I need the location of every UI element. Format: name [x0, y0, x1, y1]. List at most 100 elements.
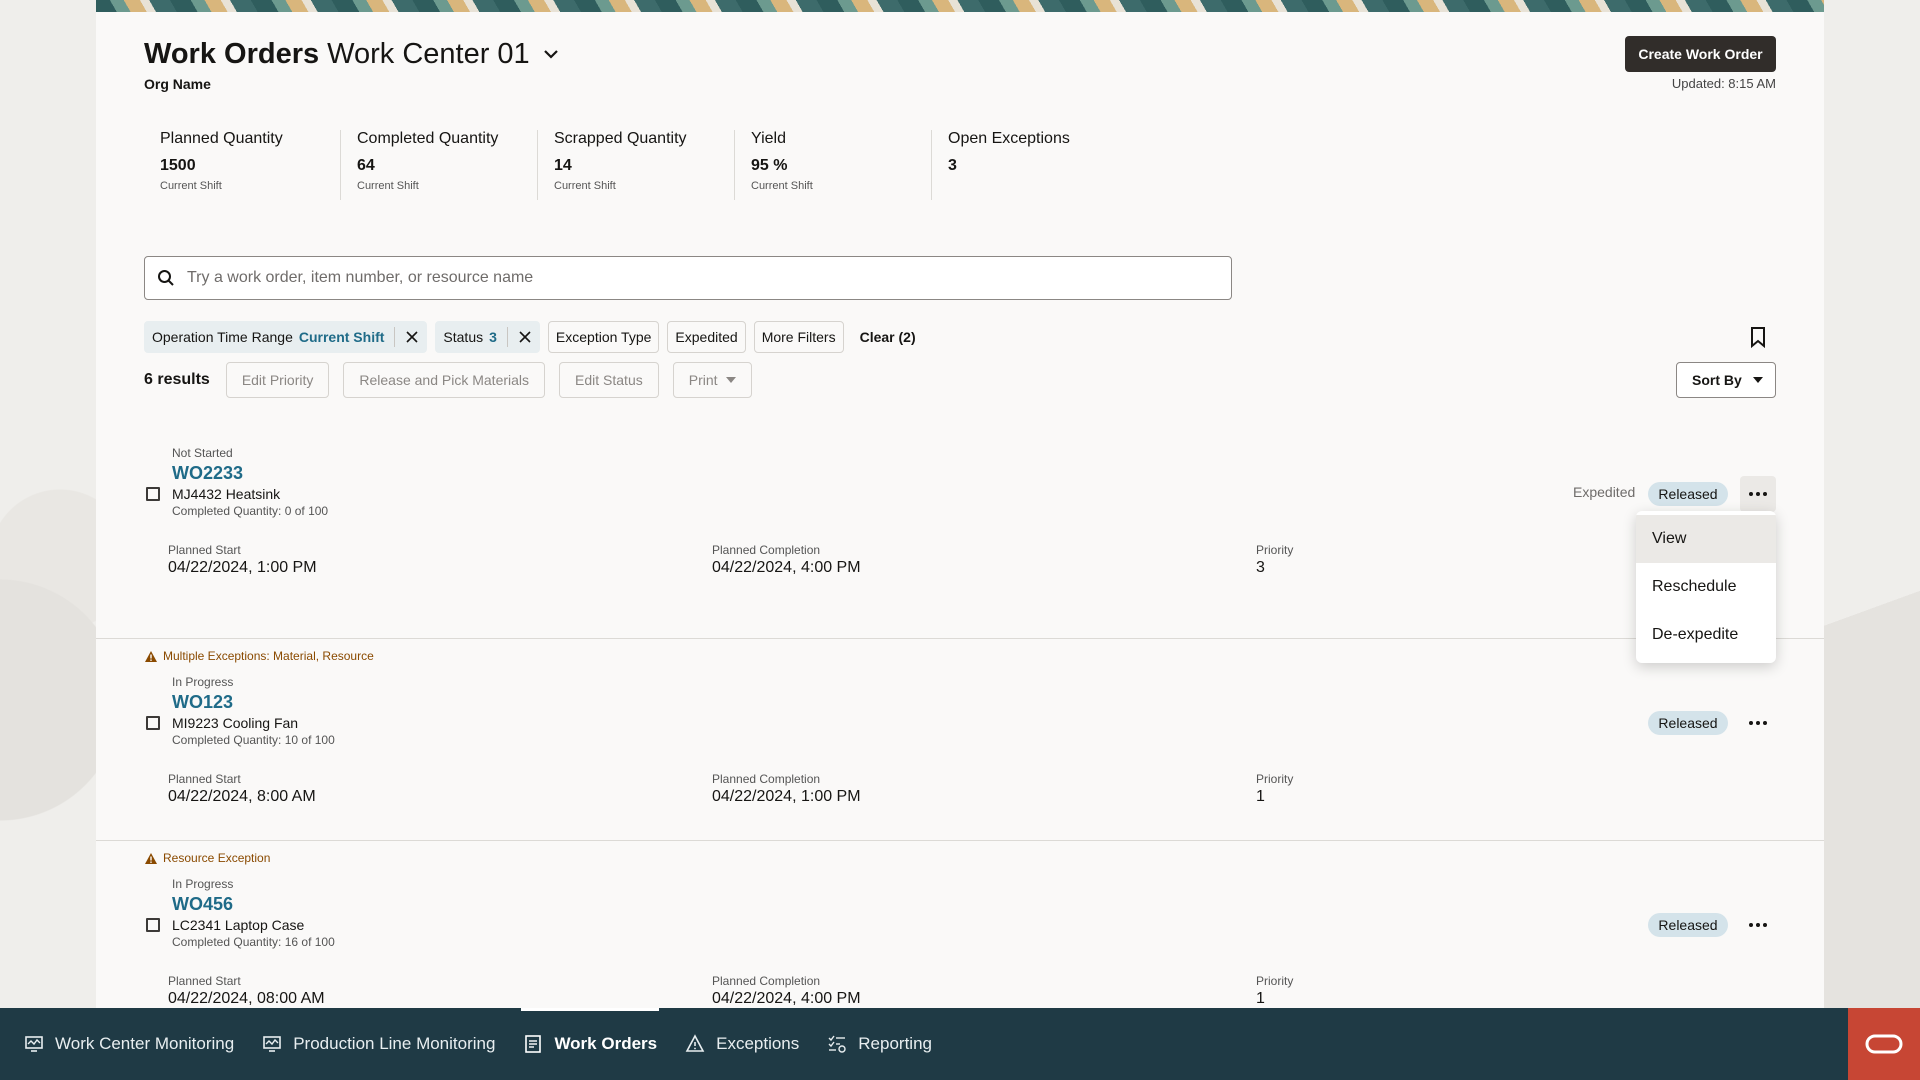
- metric-label: Yield: [751, 130, 786, 147]
- metric-planned-quantity: Planned Quantity 1500 Current Shift: [144, 130, 341, 200]
- nav-reporting[interactable]: Reporting: [827, 1008, 932, 1080]
- metric-sub: Current Shift: [160, 180, 222, 192]
- monitor-icon: [263, 1036, 282, 1052]
- planned-start-value: 04/22/2024, 8:00 AM: [168, 788, 316, 805]
- metric-completed-quantity: Completed Quantity 64 Current Shift: [341, 130, 538, 200]
- more-actions-button[interactable]: [1740, 907, 1776, 943]
- planned-completion-value: 04/22/2024, 4:00 PM: [712, 559, 861, 576]
- more-actions-button[interactable]: [1740, 476, 1776, 512]
- exception-alert: Resource Exception: [144, 851, 270, 865]
- work-order-row: Resource Exception In Progress WO456 LC2…: [96, 841, 1824, 1008]
- planned-completion-label: Planned Completion: [712, 974, 821, 988]
- metric-label: Planned Quantity: [160, 130, 283, 147]
- work-center-label: Work Center 01: [327, 38, 530, 70]
- filter-value: Current Shift: [298, 329, 385, 345]
- updated-timestamp: Updated: 8:15 AM: [1671, 76, 1776, 91]
- work-order-status: In Progress: [172, 675, 234, 689]
- metric-sub: Current Shift: [554, 180, 616, 192]
- metric-value: 64: [357, 157, 375, 174]
- planned-completion-label: Planned Completion: [712, 543, 821, 557]
- work-order-id-link[interactable]: WO123: [172, 692, 233, 713]
- row-checkbox[interactable]: [146, 918, 160, 932]
- work-order-status: Not Started: [172, 446, 233, 460]
- row-actions-menu: View Reschedule De-expedite: [1636, 511, 1776, 663]
- clear-filters-button[interactable]: Clear (2): [852, 329, 924, 345]
- dot: [1756, 721, 1760, 725]
- nav-production-line-monitoring[interactable]: Production Line Monitoring: [262, 1008, 495, 1080]
- dot: [1749, 923, 1753, 927]
- print-button[interactable]: Print: [672, 362, 752, 398]
- filter-chip-operation-time[interactable]: Operation Time Range Current Shift: [144, 321, 428, 353]
- work-order-id-link[interactable]: WO456: [172, 894, 233, 915]
- bookmark-icon[interactable]: [1748, 326, 1768, 348]
- work-order-id-link[interactable]: WO2233: [172, 463, 243, 484]
- filter-chip-status[interactable]: Status 3: [435, 321, 540, 353]
- work-order-item: MI9223 Cooling Fan: [172, 715, 299, 731]
- create-work-order-button[interactable]: Create Work Order: [1625, 36, 1776, 72]
- edit-status-button[interactable]: Edit Status: [559, 362, 659, 398]
- filter-label: Operation Time Range: [152, 329, 293, 345]
- exception-text: Resource Exception: [163, 851, 271, 865]
- menu-item-view[interactable]: View: [1636, 515, 1776, 563]
- filter-chip-expedited[interactable]: Expedited: [667, 321, 746, 353]
- monitor-icon: [25, 1036, 43, 1052]
- priority-value: 1: [1256, 990, 1265, 1007]
- filter-value: 3: [489, 329, 497, 345]
- metric-scrapped-quantity: Scrapped Quantity 14 Current Shift: [538, 130, 735, 200]
- row-checkbox[interactable]: [146, 716, 160, 730]
- close-icon[interactable]: [405, 330, 419, 344]
- oracle-logo-icon: [1865, 1034, 1903, 1054]
- work-center-selector[interactable]: Work Center 01: [327, 38, 562, 71]
- filter-label: Status: [443, 329, 484, 345]
- oracle-logo[interactable]: [1848, 1008, 1920, 1080]
- edit-priority-button[interactable]: Edit Priority: [225, 362, 330, 398]
- more-filters-button[interactable]: More Filters: [753, 321, 844, 353]
- filter-chip-exception-type[interactable]: Exception Type: [547, 321, 660, 353]
- work-order-item: MJ4432 Heatsink: [172, 486, 281, 502]
- caret-down-icon: [1753, 377, 1763, 383]
- dot: [1756, 492, 1760, 496]
- results-count: 6 results: [144, 371, 210, 388]
- row-checkbox[interactable]: [146, 487, 160, 501]
- release-pick-materials-button[interactable]: Release and Pick Materials: [343, 362, 546, 398]
- search-icon: [158, 270, 174, 286]
- priority-label: Priority: [1256, 772, 1294, 786]
- metric-value: 14: [554, 157, 572, 174]
- work-order-row: Not Started WO2233 MJ4432 Heatsink Compl…: [96, 437, 1824, 639]
- page-title-text: Work Orders: [144, 38, 320, 70]
- print-label: Print: [688, 372, 718, 388]
- main-panel: Work Orders Work Center 01 Org Name Crea…: [96, 12, 1824, 1008]
- exception-text: Multiple Exceptions: Material, Resource: [163, 649, 374, 663]
- nav-work-center-monitoring[interactable]: Work Center Monitoring: [24, 1008, 234, 1080]
- warning-icon: [685, 1034, 705, 1052]
- work-order-completed-qty: Completed Quantity: 0 of 100: [172, 504, 329, 518]
- nav-label: Work Orders: [554, 1034, 658, 1053]
- dot: [1763, 923, 1767, 927]
- nav-work-orders[interactable]: Work Orders: [521, 1008, 659, 1080]
- sort-by-button[interactable]: Sort By: [1676, 362, 1776, 398]
- planned-start-value: 04/22/2024, 08:00 AM: [168, 990, 325, 1007]
- planned-start-value: 04/22/2024, 1:00 PM: [168, 559, 317, 576]
- dot: [1749, 721, 1753, 725]
- planned-start-label: Planned Start: [168, 772, 241, 786]
- search-placeholder: Try a work order, item number, or resour…: [187, 269, 534, 286]
- nav-exceptions[interactable]: Exceptions: [685, 1008, 799, 1080]
- close-icon[interactable]: [518, 330, 532, 344]
- menu-item-reschedule[interactable]: Reschedule: [1636, 563, 1776, 611]
- work-order-status: In Progress: [172, 877, 234, 891]
- chip-divider: [506, 327, 508, 347]
- header-banner: [96, 0, 1824, 12]
- menu-item-de-expedite[interactable]: De-expedite: [1636, 611, 1776, 659]
- metric-label: Scrapped Quantity: [554, 130, 687, 147]
- status-badge: Released: [1648, 913, 1728, 937]
- nav-label: Reporting: [858, 1034, 932, 1053]
- more-actions-button[interactable]: [1740, 705, 1776, 741]
- work-order-row: Multiple Exceptions: Material, Resource …: [96, 639, 1824, 841]
- metric-open-exceptions: Open Exceptions 3: [932, 130, 1129, 200]
- org-name: Org Name: [144, 76, 211, 92]
- priority-label: Priority: [1256, 974, 1294, 988]
- search-input[interactable]: Try a work order, item number, or resour…: [144, 256, 1232, 300]
- background-right: [1824, 0, 1920, 1008]
- planned-completion-label: Planned Completion: [712, 772, 821, 786]
- warning-icon: [145, 650, 157, 662]
